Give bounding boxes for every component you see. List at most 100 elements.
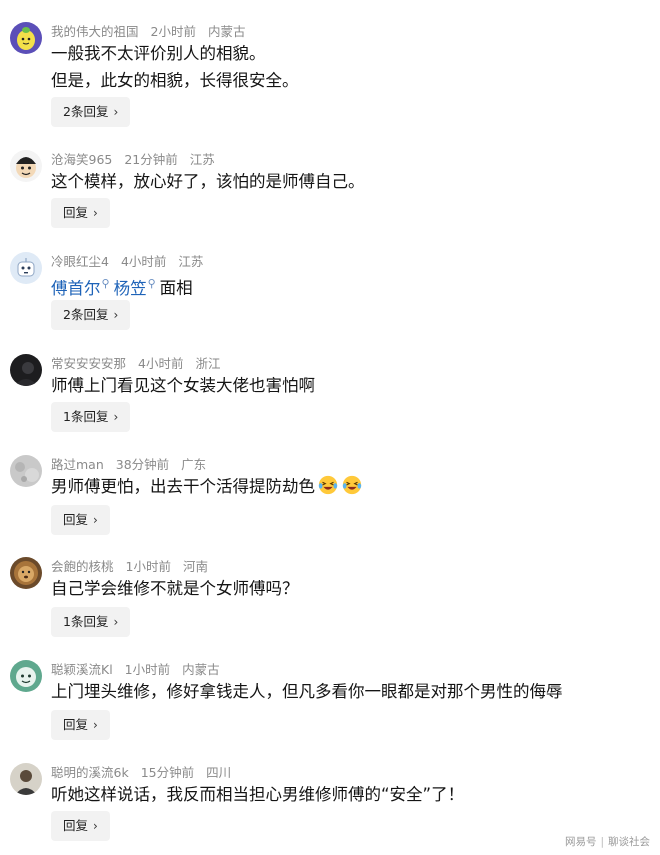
- chevron-right-icon: ›: [113, 308, 119, 322]
- comment-meta: 路过man 38分钟前 广东: [51, 455, 218, 475]
- timestamp: 1小时前: [125, 559, 171, 574]
- location: 江苏: [189, 152, 215, 167]
- reply-label: 回复: [63, 512, 89, 527]
- reply-label: 1条回复: [63, 614, 109, 629]
- reply-button[interactable]: 回复 ›: [51, 505, 110, 535]
- chevron-right-icon: ›: [93, 718, 98, 732]
- comment-line: 这个模样，放心好了，该怕的是师傅自己。: [51, 172, 365, 191]
- comment-text: 自己学会维修不就是个女师傅吗？: [51, 575, 299, 602]
- replies-button[interactable]: 2条回复 ›: [51, 97, 131, 127]
- comment-text: 一般我不太评价别人的相貌。 但是，此女的相貌，长得很安全。: [51, 40, 299, 94]
- timestamp: 38分钟前: [115, 457, 170, 472]
- comment-item: 我的伟大的祖国 2小时前 内蒙古 一般我不太评价别人的相貌。 但是，此女的相貌，长得…: [0, 22, 660, 127]
- comment-line: 面相: [159, 278, 193, 298]
- location: 浙江: [195, 356, 221, 371]
- chevron-right-icon: ›: [93, 206, 98, 220]
- chevron-right-icon: ›: [93, 819, 98, 833]
- cartoon-face-avatar-icon[interactable]: [10, 150, 42, 182]
- location: 四川: [206, 765, 232, 780]
- dark-photo-avatar-icon[interactable]: [10, 354, 42, 386]
- username[interactable]: 会飽的核桃: [51, 559, 114, 574]
- comment-line: 男师傅更怕，出去干个活得提防劫色: [51, 477, 315, 496]
- comment-text: 傅首尔⚲ 杨笠⚲ 面相: [51, 270, 193, 302]
- comment-line: 自己学会维修不就是个女师傅吗？: [51, 579, 299, 598]
- mention-name: 傅首尔: [51, 278, 101, 298]
- comment-meta: 我的伟大的祖国 2小时前 内蒙古: [51, 22, 257, 42]
- username[interactable]: 路过man: [51, 457, 104, 472]
- chevron-right-icon: ›: [93, 513, 98, 527]
- chevron-right-icon: ›: [113, 105, 119, 119]
- comment-meta: 聪颖溪流Kl 1小时前 内蒙古: [51, 660, 232, 680]
- comment-item: 常安安安安那 4小时前 浙江 师傅上门看见这个女装大佬也害怕啊 1条回复 ›: [0, 354, 660, 454]
- comment-text: 听她这样说话，我反而相当担心男维修师傅的“安全”了！: [51, 781, 464, 808]
- reply-button[interactable]: 回复 ›: [51, 198, 110, 228]
- comment-line: 师傅上门看见这个女装大佬也害怕啊: [51, 376, 315, 395]
- search-icon: ⚲: [147, 277, 156, 290]
- comment-item: 聪明的溪流6k 15分钟前 四川 听她这样说话，我反而相当担心男维修师傅的“安全”了…: [0, 763, 660, 855]
- comment-item: 路过man 38分钟前 广东 男师傅更怕，出去干个活得提防劫色 回复 ›: [0, 455, 660, 555]
- search-icon: ⚲: [101, 277, 110, 290]
- comment-item: 冷眼红尘4 4小时前 江苏 傅首尔⚲ 杨笠⚲ 面相 2条回复 ›: [0, 252, 660, 352]
- replies-button[interactable]: 2条回复 ›: [51, 300, 131, 330]
- location: 河南: [182, 559, 208, 574]
- comment-text: 这个模样，放心好了，该怕的是师傅自己。: [51, 168, 365, 195]
- timestamp: 4小时前: [120, 254, 167, 269]
- comment-line: 但是，此女的相貌，长得很安全。: [51, 71, 299, 90]
- comment-meta: 聪明的溪流6k 15分钟前 四川: [51, 763, 243, 783]
- location: 内蒙古: [182, 662, 220, 677]
- reply-button[interactable]: 回复 ›: [51, 811, 110, 841]
- timestamp: 21分钟前: [124, 152, 178, 167]
- username[interactable]: 聪颖溪流Kl: [51, 662, 113, 677]
- laughing-crying-emoji: [342, 475, 362, 495]
- mention-link[interactable]: 杨笠⚲: [113, 277, 156, 298]
- teal-cartoon-avatar-icon[interactable]: [10, 660, 42, 692]
- username[interactable]: 我的伟大的祖国: [51, 24, 139, 39]
- comment-meta: 常安安安安那 4小时前 浙江: [51, 354, 232, 374]
- portrait-avatar-icon[interactable]: [10, 763, 42, 795]
- timestamp: 15分钟前: [140, 765, 195, 780]
- lemon-avatar-icon[interactable]: [10, 22, 42, 54]
- chevron-right-icon: ›: [113, 410, 119, 424]
- mention-name: 杨笠: [113, 278, 147, 298]
- location: 江苏: [178, 254, 204, 269]
- comment-text: 上门埋头维修，修好拿钱走人，但凡多看你一眼都是对那个男性的侮辱: [51, 678, 563, 705]
- replies-button[interactable]: 1条回复 ›: [51, 607, 131, 637]
- watermark: 网易号 | 聊谈社会: [565, 834, 650, 849]
- comment-line: 听她这样说话，我反而相当担心男维修师傅的“安全”了！: [51, 785, 465, 804]
- replies-button[interactable]: 1条回复 ›: [51, 402, 131, 432]
- reply-label: 2条回复: [63, 104, 109, 119]
- reply-button[interactable]: 回复 ›: [51, 710, 110, 740]
- comment-meta: 会飽的核桃 1小时前 河南: [51, 557, 220, 577]
- comment-feed: 我的伟大的祖国 2小时前 内蒙古 一般我不太评价别人的相貌。 但是，此女的相貌，长得…: [0, 0, 660, 855]
- gray-texture-avatar-icon[interactable]: [10, 455, 42, 487]
- comment-meta: 冷眼红尘4 4小时前 江苏: [51, 252, 215, 272]
- location: 广东: [181, 457, 207, 472]
- watermark-author: 聊谈社会: [608, 836, 650, 848]
- username[interactable]: 沧海笑965: [51, 152, 112, 167]
- comment-text: 男师傅更怕，出去干个活得提防劫色: [51, 473, 363, 500]
- robot-avatar-icon[interactable]: [10, 252, 42, 284]
- lion-avatar-icon[interactable]: [10, 557, 42, 589]
- username[interactable]: 聪明的溪流6k: [51, 765, 129, 780]
- comment-item: 沧海笑965 21分钟前 江苏 这个模样，放心好了，该怕的是师傅自己。 回复 ›: [0, 150, 660, 250]
- mention-link[interactable]: 傅首尔⚲: [51, 277, 110, 298]
- laughing-crying-emoji: [318, 475, 338, 495]
- comment-item: 会飽的核桃 1小时前 河南 自己学会维修不就是个女师傅吗？ 1条回复 ›: [0, 557, 660, 657]
- watermark-source: 网易号: [564, 836, 597, 848]
- comment-item: 聪颖溪流Kl 1小时前 内蒙古 上门埋头维修，修好拿钱走人，但凡多看你一眼都是对那个…: [0, 660, 660, 760]
- timestamp: 4小时前: [138, 356, 184, 371]
- watermark-divider: |: [600, 836, 604, 848]
- reply-label: 回复: [63, 717, 89, 732]
- comment-meta: 沧海笑965 21分钟前 江苏: [51, 150, 227, 170]
- location: 内蒙古: [207, 24, 246, 39]
- comment-line: 一般我不太评价别人的相貌。: [51, 44, 266, 63]
- timestamp: 2小时前: [150, 24, 196, 39]
- username[interactable]: 常安安安安那: [51, 356, 126, 371]
- reply-label: 回复: [63, 205, 89, 220]
- reply-label: 1条回复: [63, 409, 109, 424]
- comment-line: 上门埋头维修，修好拿钱走人，但凡多看你一眼都是对那个男性的侮辱: [51, 682, 563, 701]
- username[interactable]: 冷眼红尘4: [51, 254, 109, 269]
- reply-label: 2条回复: [63, 307, 109, 322]
- chevron-right-icon: ›: [113, 615, 119, 629]
- comment-text: 师傅上门看见这个女装大佬也害怕啊: [51, 372, 315, 399]
